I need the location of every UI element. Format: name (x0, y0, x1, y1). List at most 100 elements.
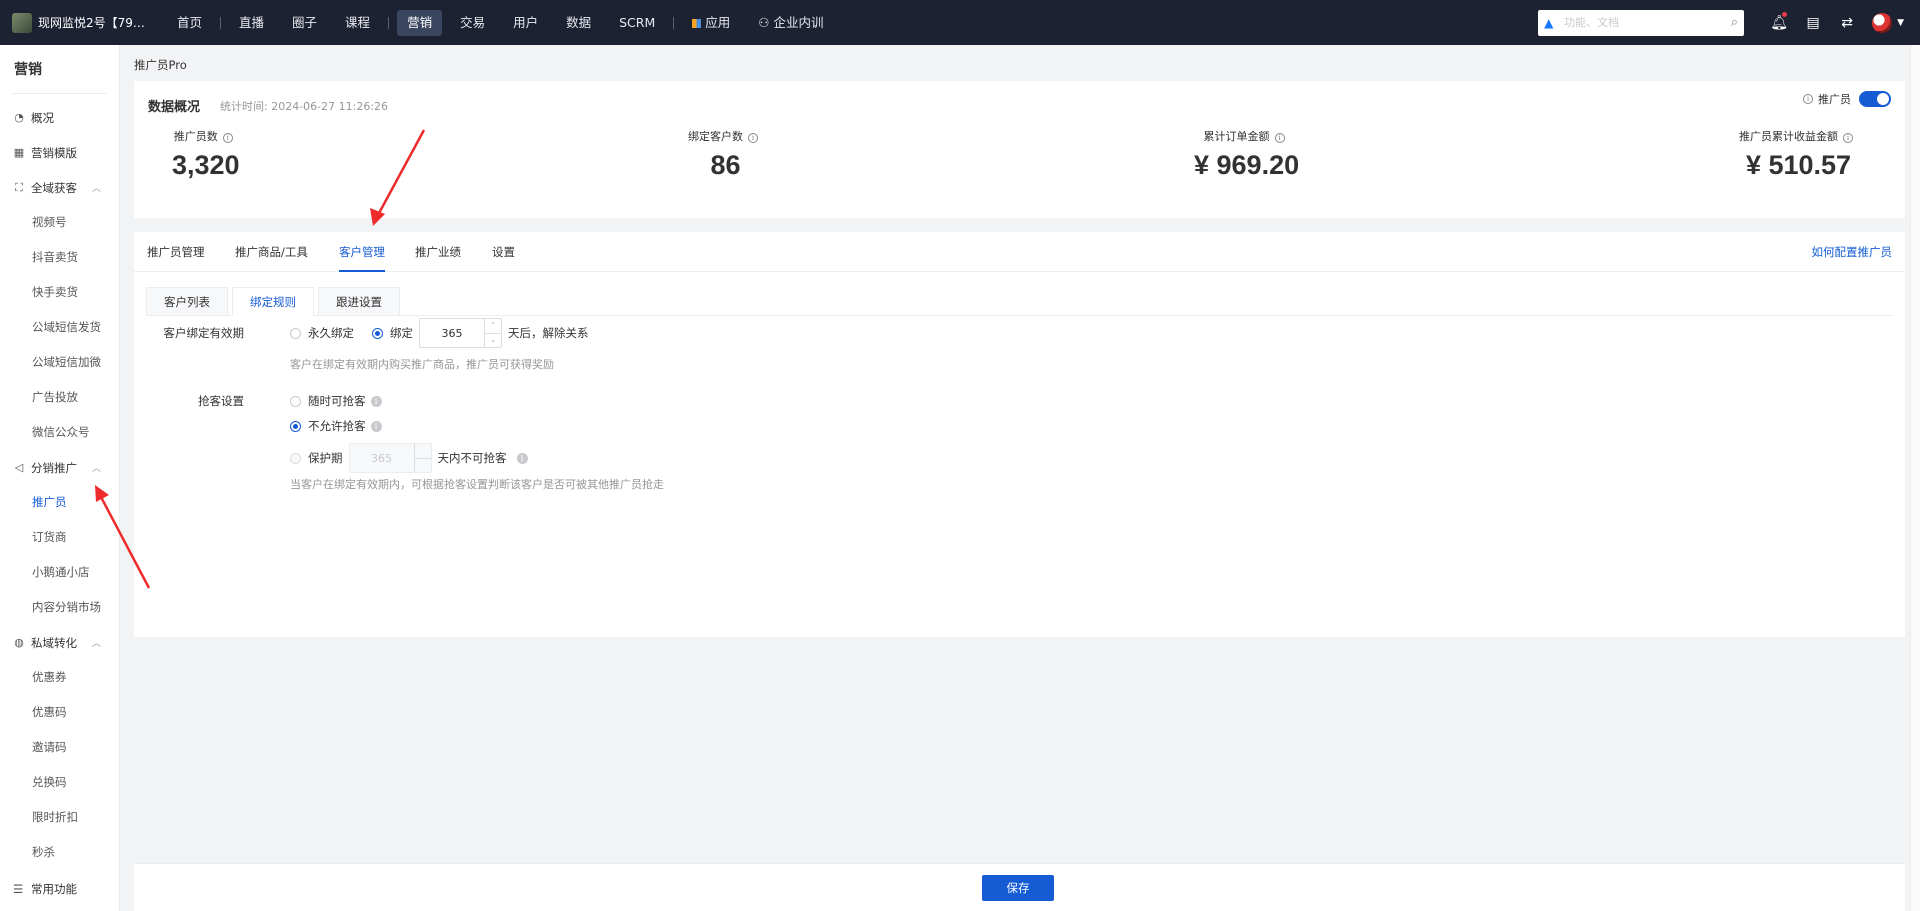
nav-training[interactable]: ⚇ 企业内训 (748, 10, 833, 36)
data-overview-card: 数据概况 统计时间: 2024-06-27 11:26:26 i 推广员 推广员… (134, 81, 1905, 218)
nav-apps[interactable]: 应用 (682, 10, 740, 36)
nav-users[interactable]: 用户 (503, 10, 548, 36)
sidebar: 营销 ◔ 概况 ▦ 营销模版 ⛶ 全域获客 ︿ 视频号 抖音卖货 快手卖货 公域短信发货… (0, 45, 120, 911)
subtab-binding-rules[interactable]: 绑定规则 (232, 287, 314, 316)
nav-live[interactable]: 直播 (229, 10, 274, 36)
info-icon: i (1803, 94, 1813, 104)
radio-disallow-label: 不允许抢客 (308, 419, 366, 433)
overview-stat-time: 统计时间: 2024-06-27 11:26:26 (220, 100, 389, 113)
sidebar-item-sms-wechat[interactable]: 公域短信加微 (0, 345, 119, 380)
store-button[interactable]: ▤ (1796, 0, 1830, 45)
sidebar-item-redeem-code[interactable]: 兑换码 (0, 765, 119, 800)
tab-settings[interactable]: 设置 (492, 232, 515, 272)
sidebar-item-kuaishou[interactable]: 快手卖货 (0, 275, 119, 310)
grab-option-anytime: 随时可抢客 i (290, 393, 382, 409)
scan-user-icon: ⛶ (15, 180, 23, 194)
sidebar-group-private[interactable]: ◍ 私域转化 ︿ (0, 625, 119, 660)
sidebar-item-channels[interactable]: 视频号 (0, 205, 119, 240)
sidebar-common-functions[interactable]: ☰ 常用功能 (0, 875, 77, 903)
chevron-up-icon: ︿ (91, 184, 101, 194)
sidebar-item-dealer[interactable]: 订货商 (0, 520, 119, 555)
chevron-down-icon[interactable]: ⌄ (485, 332, 501, 348)
global-search: ▲ ⌕ (1538, 9, 1745, 36)
stat-label-text: 推广员数 (173, 130, 218, 143)
sub-tabs: 客户列表 绑定规则 跟进设置 (146, 287, 1893, 316)
search-input[interactable] (1564, 16, 1731, 29)
grid-icon: ▦ (13, 146, 25, 159)
radio-forever[interactable] (290, 327, 301, 339)
bell-icon: 🔔︎ (1770, 14, 1788, 31)
sidebar-item-seckill[interactable]: 秒杀 (0, 835, 119, 870)
tab-performance[interactable]: 推广业绩 (415, 232, 461, 272)
tab-customer-management[interactable]: 客户管理 (339, 232, 385, 272)
radio-protect[interactable] (290, 452, 301, 464)
search-icon[interactable]: ⌕ (1731, 16, 1738, 29)
switch-button[interactable]: ⇄ (1830, 0, 1864, 45)
nav-divider (388, 16, 390, 29)
promoter-toggle[interactable] (1859, 91, 1891, 107)
sidebar-item-official-account[interactable]: 微信公众号 (0, 415, 119, 450)
chevron-up-icon[interactable]: ⌃ (485, 319, 501, 333)
sidebar-item-sms-delivery[interactable]: 公域短信发货 (0, 310, 119, 345)
customer-management-card: 推广员管理 推广商品/工具 客户管理 推广业绩 设置 如何配置推广员 客户列表 … (134, 232, 1905, 637)
shop-switcher[interactable]: 现网监悦2号【7978... (0, 12, 163, 33)
stepper-arrows: ⌃ ⌄ (484, 319, 501, 347)
stat-value: ¥ 969.20 (1194, 150, 1300, 180)
pie-chart-icon: ◔ (14, 111, 24, 124)
stat-label-text: 推广员累计收益金额 (1739, 130, 1838, 143)
help-icon[interactable]: i (516, 452, 528, 464)
subtab-follow-up[interactable]: 跟进设置 (318, 287, 400, 316)
grab-label: 抢客设置 (198, 394, 244, 408)
subtab-customer-list[interactable]: 客户列表 (146, 287, 228, 316)
top-navigation-bar: 现网监悦2号【7978... 首页 直播 圈子 课程 营销 交易 用户 数据 S… (0, 0, 1920, 45)
radio-anytime[interactable] (290, 395, 301, 407)
radio-protect-label: 保护期 (308, 451, 343, 465)
sidebar-item-ads[interactable]: 广告投放 (0, 380, 119, 415)
protect-days-input[interactable] (349, 444, 414, 472)
apps-icon (692, 18, 702, 28)
nav-circle[interactable]: 圈子 (282, 10, 327, 36)
stat-label: 推广员累计收益金额 i (1739, 128, 1858, 144)
sidebar-item-douyin[interactable]: 抖音卖货 (0, 240, 119, 275)
sidebar-item-invite-code[interactable]: 邀请码 (0, 730, 119, 765)
sidebar-item-coupon[interactable]: 优惠券 (0, 660, 119, 695)
radio-disallow[interactable] (290, 420, 301, 432)
nav-divider (220, 16, 222, 29)
sidebar-item-flash-discount[interactable]: 限时折扣 (0, 800, 119, 835)
help-icon[interactable]: i (370, 420, 382, 432)
stat-value: ¥ 510.57 (1745, 150, 1852, 180)
footer-bar: 保存 (134, 863, 1905, 911)
tab-promo-products[interactable]: 推广商品/工具 (235, 232, 308, 272)
sidebar-item-coupon-code[interactable]: 优惠码 (0, 695, 119, 730)
nav-training-label: 企业内训 (773, 14, 824, 30)
sidebar-item-promoter[interactable]: 推广员 (0, 485, 119, 520)
nav-data[interactable]: 数据 (556, 10, 601, 36)
tab-promoter-management[interactable]: 推广员管理 (147, 232, 205, 272)
validity-options: 永久绑定 绑定 ⌃⌄ 天后，解除关系 (290, 318, 589, 348)
sidebar-item-mini-shop[interactable]: 小鹅通小店 (0, 555, 119, 590)
help-icon[interactable]: i (370, 395, 382, 407)
sidebar-item-overview[interactable]: ◔ 概况 (0, 100, 119, 135)
bind-days-stepper: ⌃⌄ (419, 318, 502, 348)
nav-trade[interactable]: 交易 (450, 10, 495, 36)
nav-scrm[interactable]: SCRM (609, 10, 665, 36)
nav-home[interactable]: 首页 (167, 10, 212, 36)
radio-bind[interactable] (372, 327, 383, 339)
sidebar-group-acquisition[interactable]: ⛶ 全域获客 ︿ (0, 170, 119, 205)
page-scrollbar[interactable] (1910, 45, 1920, 911)
how-to-configure-link[interactable]: 如何配置推广员 (1812, 232, 1893, 272)
notification-button[interactable]: 🔔︎ (1762, 0, 1796, 45)
palette-icon: ◍ (14, 636, 24, 649)
save-button[interactable]: 保存 (982, 875, 1054, 901)
sidebar-item-content-market[interactable]: 内容分销市场 (0, 590, 119, 625)
bind-days-input[interactable] (420, 319, 484, 347)
main-nav: 首页 直播 圈子 课程 营销 交易 用户 数据 SCRM 应用 ⚇ 企业内训 (163, 0, 837, 45)
sidebar-item-templates[interactable]: ▦ 营销模版 (0, 135, 119, 170)
nav-course[interactable]: 课程 (335, 10, 380, 36)
nav-marketing[interactable]: 营销 (397, 9, 443, 36)
sidebar-group-distribution[interactable]: ◁ 分销推广 ︿ (0, 450, 119, 485)
user-menu[interactable]: ▼ (1864, 0, 1920, 45)
chevron-up-icon: ︿ (91, 639, 101, 649)
sidebar-group-label: 全域获客 (31, 180, 77, 195)
sidebar-common-label: 常用功能 (31, 882, 77, 896)
